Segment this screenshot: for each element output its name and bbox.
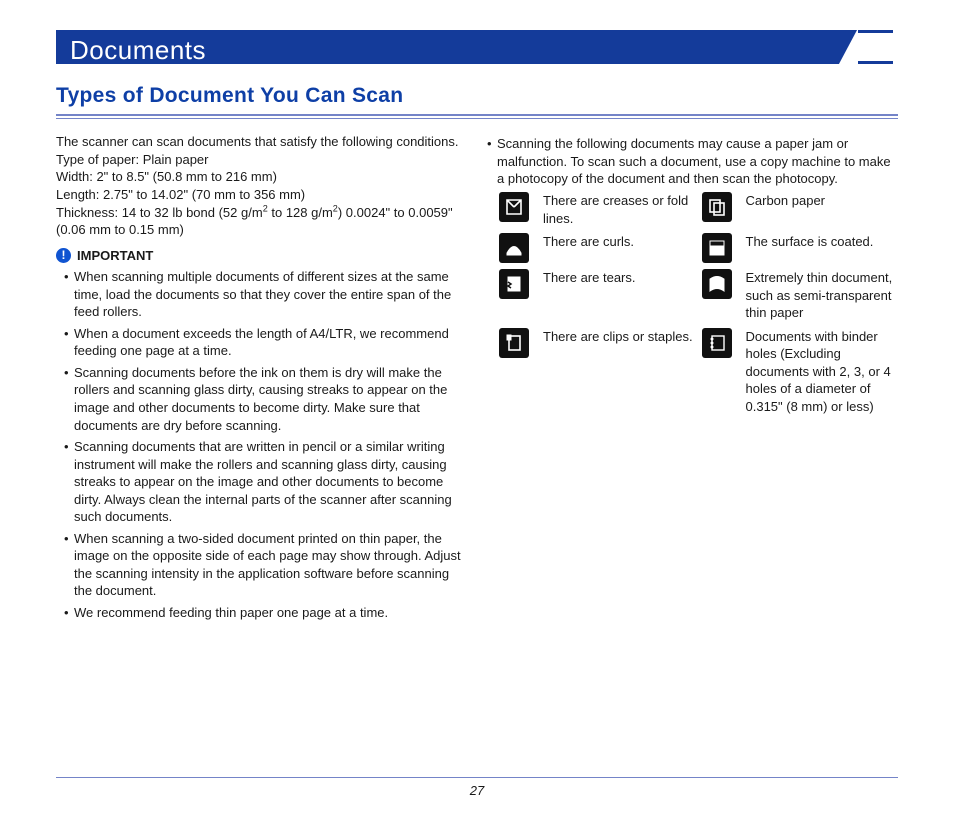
- coated-icon: [702, 233, 732, 263]
- right-intro-list: Scanning the following documents may cau…: [487, 135, 898, 188]
- curls-icon: [499, 233, 529, 263]
- page-footer: 27: [56, 777, 898, 800]
- thin-paper-icon: [702, 269, 732, 299]
- chapter-banner: Documents: [56, 30, 898, 64]
- problem-label: Documents with binder holes (Excluding d…: [746, 328, 899, 416]
- note-item: When a document exceeds the length of A4…: [64, 325, 467, 360]
- important-callout: ! IMPORTANT: [56, 247, 467, 265]
- creases-icon: [499, 192, 529, 222]
- two-column-body: The scanner can scan documents that sati…: [56, 133, 898, 625]
- heading-rule: [56, 114, 898, 119]
- spec-block: The scanner can scan documents that sati…: [56, 133, 467, 238]
- spec-line: Length: 2.75" to 14.02" (70 mm to 356 mm…: [56, 186, 467, 204]
- right-intro: Scanning the following documents may cau…: [487, 135, 898, 188]
- footer-rule: [56, 777, 898, 778]
- note-item: When scanning a two-sided document print…: [64, 530, 467, 600]
- problem-documents-grid: There are creases or fold lines. Carbon …: [487, 192, 898, 415]
- page-number: 27: [470, 783, 484, 798]
- problem-label: The surface is coated.: [746, 233, 899, 251]
- left-column: The scanner can scan documents that sati…: [56, 133, 467, 625]
- note-item: When scanning multiple documents of diff…: [64, 268, 467, 321]
- spec-line: The scanner can scan documents that sati…: [56, 133, 467, 151]
- spec-line: Width: 2" to 8.5" (50.8 mm to 216 mm): [56, 168, 467, 186]
- problem-label: There are creases or fold lines.: [543, 192, 696, 227]
- problem-label: There are clips or staples.: [543, 328, 696, 346]
- important-notes-list: When scanning multiple documents of diff…: [56, 268, 467, 621]
- important-icon: !: [56, 248, 71, 263]
- binder-holes-icon: [702, 328, 732, 358]
- spec-line: Thickness: 14 to 32 lb bond (52 g/m2 to …: [56, 204, 467, 239]
- tears-icon: [499, 269, 529, 299]
- problem-label: There are curls.: [543, 233, 696, 251]
- carbon-paper-icon: [702, 192, 732, 222]
- problem-label: There are tears.: [543, 269, 696, 287]
- section-heading: Types of Document You Can Scan: [56, 82, 898, 110]
- clips-icon: [499, 328, 529, 358]
- spec-line: Type of paper: Plain paper: [56, 151, 467, 169]
- note-item: We recommend feeding thin paper one page…: [64, 604, 467, 622]
- right-column: Scanning the following documents may cau…: [487, 133, 898, 625]
- problem-label: Carbon paper: [746, 192, 899, 210]
- note-item: Scanning documents before the ink on the…: [64, 364, 467, 434]
- problem-label: Extremely thin document, such as semi-tr…: [746, 269, 899, 322]
- chapter-title: Documents: [56, 30, 898, 68]
- note-item: Scanning documents that are written in p…: [64, 438, 467, 526]
- important-label: IMPORTANT: [77, 247, 153, 265]
- page: Documents Types of Document You Can Scan…: [0, 0, 954, 818]
